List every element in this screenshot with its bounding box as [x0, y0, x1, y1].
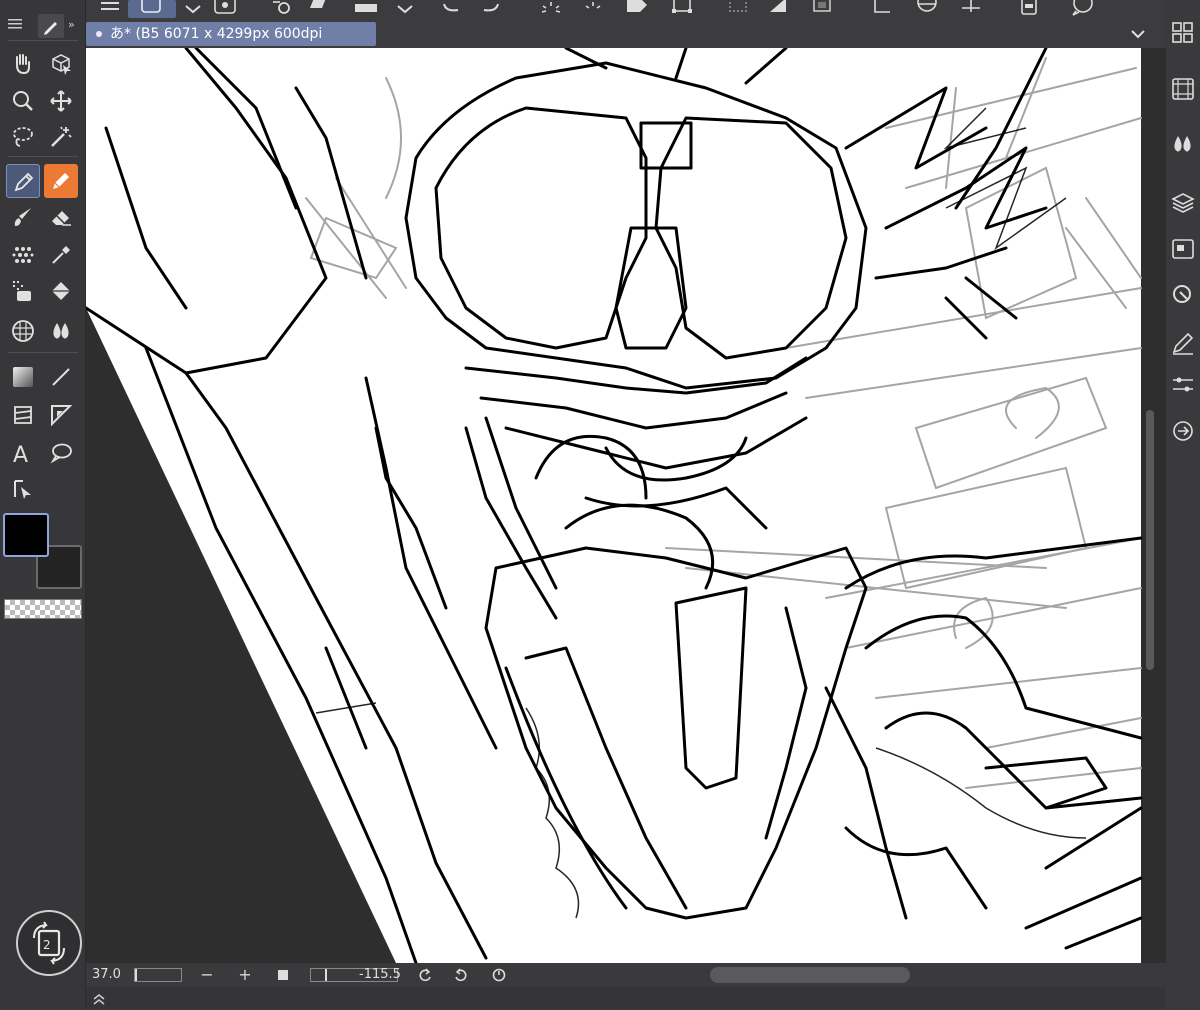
pencil-icon[interactable] — [44, 164, 78, 198]
tool-tab-pen-icon[interactable] — [38, 14, 64, 38]
svg-text:A: A — [13, 443, 28, 465]
new-layer-icon[interactable] — [270, 0, 296, 18]
ruler-icon[interactable] — [44, 398, 78, 432]
canvas-area[interactable] — [86, 48, 1166, 963]
object-select-icon[interactable] — [44, 46, 78, 80]
unsaved-dot-icon — [96, 31, 102, 37]
line-icon[interactable] — [44, 360, 78, 394]
undo-icon[interactable] — [438, 0, 464, 18]
pen-icon[interactable] — [6, 164, 40, 198]
rotation-value[interactable]: -115.5 — [359, 967, 401, 982]
eraser-icon[interactable] — [44, 200, 78, 234]
zoom-value[interactable]: 37.0 — [92, 967, 121, 982]
select-frame-icon[interactable] — [670, 0, 696, 18]
tool-tab-more-icon[interactable]: » — [68, 18, 80, 32]
timeline-icon[interactable] — [1170, 76, 1196, 102]
blend-icon[interactable] — [44, 314, 78, 348]
main-color-swatch[interactable] — [3, 513, 49, 557]
save-icon[interactable] — [212, 0, 238, 18]
help-icon[interactable] — [1070, 0, 1096, 18]
loading-icon — [538, 0, 564, 18]
left-toolbar: » A 2 — [0, 0, 86, 1009]
correct-line-icon[interactable] — [6, 472, 40, 506]
decoration-icon[interactable] — [6, 238, 40, 272]
auto-select-icon[interactable] — [6, 274, 40, 308]
transform-icon[interactable] — [580, 0, 606, 18]
fill-icon[interactable] — [44, 274, 78, 308]
bottom-strip — [86, 987, 1166, 1009]
zoom-slider-thumb[interactable] — [135, 969, 137, 981]
navigator-icon[interactable] — [1170, 236, 1196, 262]
rotate-canvas-button[interactable]: 2 — [16, 910, 82, 976]
panel-grid-icon[interactable] — [1170, 20, 1196, 46]
eyedropper-icon[interactable] — [44, 238, 78, 272]
edit-tool-icon[interactable] — [128, 0, 176, 18]
lasso-icon[interactable] — [6, 120, 40, 154]
frame-icon[interactable] — [6, 398, 40, 432]
status-bar: 37.0 − + -115.5 — [86, 963, 1166, 987]
brush-icon[interactable] — [6, 200, 40, 234]
zoom-icon[interactable] — [6, 84, 40, 118]
rotate-right-icon[interactable] — [450, 963, 472, 987]
sync-icon[interactable] — [1170, 418, 1196, 444]
rotation-slider-thumb[interactable] — [325, 969, 327, 981]
zoom-in-button[interactable]: + — [234, 963, 256, 987]
zoom-out-button[interactable]: − — [196, 963, 218, 987]
device-icon[interactable] — [1016, 0, 1042, 18]
crop-icon[interactable] — [870, 0, 896, 18]
ruler-grid-icon[interactable] — [958, 0, 984, 18]
invert-selection-icon[interactable] — [766, 0, 792, 18]
clear-icon[interactable] — [306, 0, 332, 18]
menu-icon[interactable] — [8, 14, 22, 29]
chevron-down-icon-2[interactable] — [392, 0, 418, 18]
text-icon[interactable]: A — [6, 436, 40, 470]
right-panel-bar — [1166, 0, 1200, 1009]
gradient-icon[interactable] — [6, 360, 40, 394]
document-tab[interactable]: あ* (B5 6071 x 4299px 600dpi 37.0%) — [86, 22, 376, 66]
sliders-icon[interactable] — [1170, 372, 1196, 398]
hand-icon[interactable] — [6, 46, 40, 80]
svg-text:2: 2 — [43, 938, 51, 952]
search-icon[interactable] — [1170, 282, 1196, 308]
deselect-icon[interactable] — [726, 0, 752, 18]
expand-up-icon[interactable] — [92, 991, 106, 1005]
balloon-icon[interactable] — [44, 436, 78, 470]
pen-settings-icon[interactable] — [1170, 330, 1196, 356]
canvas-sketch[interactable] — [86, 48, 1166, 963]
horizontal-scrollbar[interactable] — [710, 967, 910, 983]
grid-icon[interactable] — [6, 314, 40, 348]
move-icon[interactable] — [44, 84, 78, 118]
fill-area-icon[interactable] — [352, 0, 378, 18]
chevron-down-icon[interactable] — [180, 0, 206, 18]
zoom-slider[interactable] — [134, 968, 182, 982]
main-menu-icon[interactable] — [98, 0, 124, 18]
fit-view-icon[interactable] — [272, 963, 294, 987]
rotate-icon[interactable] — [914, 0, 940, 18]
redo-icon[interactable] — [478, 0, 504, 18]
tag-icon[interactable] — [624, 0, 650, 18]
tab-list-chevron-icon[interactable] — [1126, 24, 1150, 44]
selection-layer-icon[interactable] — [810, 0, 836, 18]
layers-icon[interactable] — [1170, 190, 1196, 216]
rotate-left-icon[interactable] — [414, 963, 436, 987]
vertical-scrollbar[interactable] — [1146, 410, 1154, 670]
color-drops-icon[interactable] — [1170, 132, 1196, 158]
transparent-color-swatch[interactable] — [4, 599, 82, 619]
magic-wand-icon[interactable] — [44, 120, 78, 154]
command-bar — [86, 0, 1166, 22]
reset-rotation-icon[interactable] — [488, 963, 510, 987]
